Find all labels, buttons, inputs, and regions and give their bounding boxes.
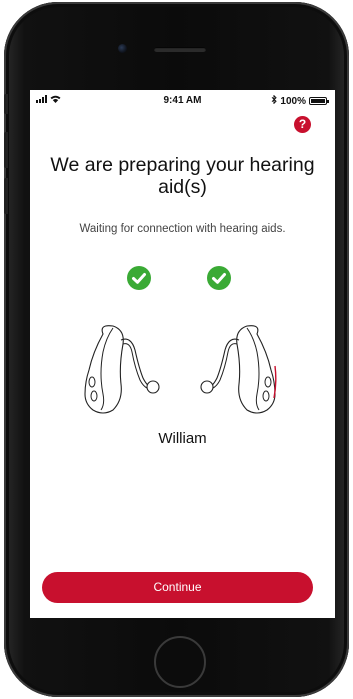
right-hearing-aid-icon <box>200 325 277 414</box>
right-aid-connected-check-icon <box>207 266 231 290</box>
volume-down-button <box>4 178 8 214</box>
status-bar: 9:41 AM 100% <box>30 90 335 112</box>
app-screen: 9:41 AM 100% ? We are preparing your hea… <box>30 90 335 618</box>
connection-status-text: Waiting for connection with hearing aids… <box>79 223 286 235</box>
earpiece-speaker <box>154 47 206 52</box>
silent-switch <box>4 94 8 114</box>
battery-percent: 100% <box>280 95 306 107</box>
status-right: 100% <box>271 94 329 107</box>
left-aid-connected-check-icon <box>127 266 151 290</box>
volume-up-button <box>4 132 8 168</box>
left-hearing-aid-icon <box>84 325 160 414</box>
continue-button[interactable]: Continue <box>42 572 313 603</box>
help-button[interactable]: ? <box>294 116 311 133</box>
battery-icon <box>309 97 329 105</box>
bluetooth-icon <box>271 94 278 107</box>
device-name: William <box>158 430 207 447</box>
front-camera <box>118 44 127 53</box>
page-title: We are preparing your hearing aid(s) <box>50 154 315 198</box>
home-button[interactable] <box>154 636 206 688</box>
